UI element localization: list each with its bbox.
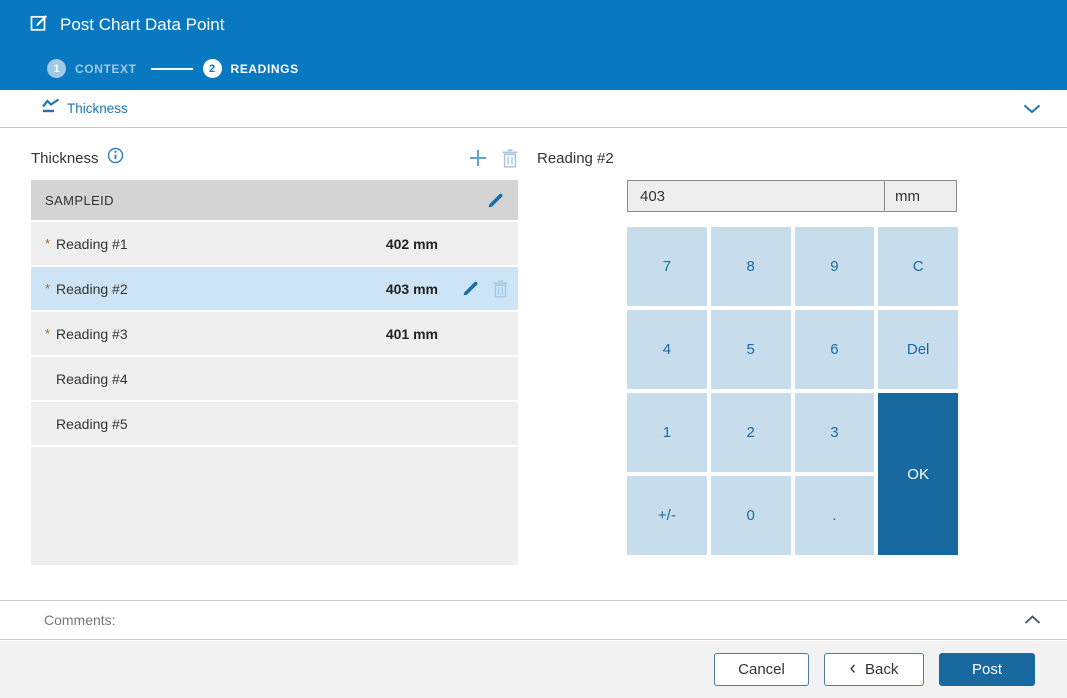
title-row: Post Chart Data Point [30, 13, 224, 37]
post-button[interactable]: Post [939, 653, 1035, 686]
pencil-icon [488, 193, 503, 207]
keypad-0[interactable]: 0 [710, 476, 791, 555]
post-label: Post [971, 661, 1002, 678]
stepper-connector [150, 67, 193, 70]
editor-title: Reading #2 [537, 150, 614, 167]
chevron-up-icon[interactable] [1024, 615, 1041, 625]
reading-label: Reading #4 [56, 370, 128, 387]
delete-reading-value-button[interactable] [493, 279, 508, 298]
run-chart-icon [42, 98, 60, 119]
comments-label: Comments: [44, 612, 116, 628]
keypad-3[interactable]: 3 [794, 393, 875, 472]
cancel-label: Cancel [738, 661, 785, 678]
plus-icon [470, 150, 486, 166]
sample-id-header: SAMPLEID [45, 192, 114, 208]
trash-icon [502, 148, 518, 168]
keypad-5[interactable]: 5 [710, 310, 791, 389]
post-chart-data-point-dialog: Post Chart Data Point 1 CONTEXT 2 READIN… [0, 0, 1067, 698]
pencil-icon [463, 281, 478, 296]
keypad-7[interactable]: 7 [627, 227, 707, 306]
keypad-clear[interactable]: C [878, 227, 958, 306]
reading-value-input-group: mm [627, 180, 957, 212]
reading-value-input[interactable] [628, 181, 884, 211]
keypad-plus-minus[interactable]: +/- [627, 476, 707, 555]
keypad-del[interactable]: Del [878, 310, 958, 389]
wizard-stepper: 1 CONTEXT 2 READINGS [47, 59, 299, 78]
step-number-badge: 2 [202, 59, 222, 78]
panel-title: Thickness [31, 149, 99, 167]
trash-icon [493, 279, 508, 298]
dialog-header: Post Chart Data Point 1 CONTEXT 2 READIN… [0, 0, 1067, 90]
comments-bar[interactable]: Comments: [0, 600, 1067, 640]
add-reading-button[interactable] [468, 148, 488, 168]
section-title: Thickness [67, 101, 128, 116]
required-marker: * [45, 236, 51, 251]
table-row-reading-3[interactable]: * Reading #3 401 mm [31, 312, 518, 357]
keypad-6[interactable]: 6 [794, 310, 875, 389]
thickness-section-bar[interactable]: Thickness [0, 90, 1067, 128]
edit-icon [30, 13, 49, 37]
keypad-decimal[interactable]: . [794, 476, 875, 555]
edit-reading-button[interactable] [462, 280, 479, 297]
edit-sample-id-button[interactable] [487, 192, 504, 209]
chevron-left-icon: ‹ [849, 657, 856, 679]
cancel-button[interactable]: Cancel [714, 653, 809, 686]
reading-value: 402 mm [385, 235, 438, 252]
keypad-1[interactable]: 1 [627, 393, 707, 472]
table-row-reading-5[interactable]: Reading #5 [31, 402, 518, 447]
numeric-keypad: 7 8 9 C 4 5 6 Del 1 2 3 OK +/- 0 . [627, 227, 958, 555]
keypad-9[interactable]: 9 [794, 227, 875, 306]
required-marker: * [45, 326, 51, 341]
keypad-2[interactable]: 2 [710, 393, 791, 472]
dialog-footer: Cancel ‹ Back Post [0, 641, 1067, 698]
reading-label: Reading #2 [56, 280, 128, 297]
panel-actions [468, 148, 518, 168]
chevron-down-icon[interactable] [1023, 104, 1041, 114]
table-row-reading-2[interactable]: * Reading #2 403 mm [31, 267, 518, 312]
unit-label: mm [884, 181, 956, 211]
step-readings[interactable]: 2 READINGS [202, 59, 299, 78]
table-header-row: SAMPLEID [31, 180, 518, 222]
reading-label: Reading #5 [56, 415, 128, 432]
keypad-4[interactable]: 4 [627, 310, 707, 389]
back-label: Back [864, 661, 899, 678]
back-button[interactable]: ‹ Back [824, 653, 924, 686]
step-number-badge: 1 [47, 59, 66, 78]
required-marker: * [45, 281, 51, 296]
reading-label: Reading #1 [56, 235, 128, 252]
reading-value: 401 mm [385, 325, 438, 342]
reading-value: 403 mm [385, 280, 438, 297]
page-title: Post Chart Data Point [60, 15, 225, 34]
keypad-ok-button[interactable]: OK [878, 393, 958, 555]
table-row-reading-1[interactable]: * Reading #1 402 mm [31, 222, 518, 267]
readings-panel-header: Thickness [31, 147, 518, 169]
step-label: READINGS [230, 61, 299, 76]
step-context[interactable]: 1 CONTEXT [47, 59, 137, 78]
delete-reading-button[interactable] [502, 148, 518, 168]
table-row-reading-4[interactable]: Reading #4 [31, 357, 518, 402]
keypad-8[interactable]: 8 [710, 227, 791, 306]
step-label: CONTEXT [75, 61, 137, 76]
readings-table: SAMPLEID * Reading #1 402 mm * Reading #… [31, 180, 518, 565]
reading-label: Reading #3 [56, 325, 128, 342]
info-icon[interactable] [107, 147, 124, 169]
